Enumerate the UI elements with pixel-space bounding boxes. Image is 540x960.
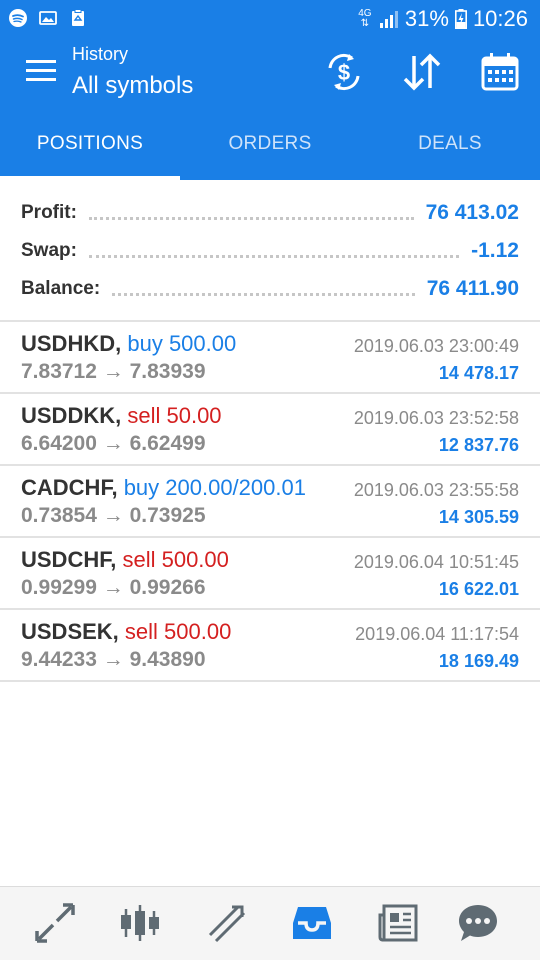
spotify-icon <box>9 9 27 27</box>
deal-direction: sell 500.00 <box>122 547 229 572</box>
bottom-navigation <box>0 886 540 960</box>
news-icon <box>378 904 418 942</box>
close-price: 9.43890 <box>129 648 206 671</box>
open-price: 9.44233 <box>21 648 97 671</box>
close-price: 0.73925 <box>129 504 206 527</box>
arrow-right-icon: → <box>102 576 124 599</box>
deal-profit: 14 478.17 <box>438 363 519 383</box>
tab-positions[interactable]: POSITIONS <box>0 110 180 180</box>
balance-row: Balance: 76 411.90 <box>21 270 519 308</box>
image-icon <box>39 11 57 25</box>
nav-news[interactable] <box>376 901 420 945</box>
open-price: 6.64200 <box>21 432 97 455</box>
chart-candles-icon <box>121 905 159 941</box>
dotted-leader <box>112 292 415 296</box>
recycle-clipboard-icon <box>72 9 84 26</box>
notification-icons <box>8 8 88 28</box>
battery-charging-icon <box>454 9 467 29</box>
profit-value: 76 413.02 <box>425 201 519 224</box>
close-price: 6.62499 <box>129 432 206 455</box>
deal-profit: 14 305.59 <box>438 507 519 527</box>
svg-text:$: $ <box>338 60 350 85</box>
currency-exchange-button[interactable]: $ <box>322 50 366 94</box>
balance-label: Balance: <box>21 278 101 299</box>
chat-icon <box>459 905 497 941</box>
nav-history[interactable] <box>290 901 334 945</box>
deal-row[interactable]: USDDKK, sell 50.00 6.64200 → 6.62499 201… <box>0 394 540 466</box>
calendar-button[interactable] <box>478 50 522 94</box>
arrow-right-icon: → <box>102 360 124 383</box>
arrow-right-icon: → <box>102 432 124 455</box>
close-price: 7.83939 <box>129 360 206 383</box>
deal-time: 2019.06.04 10:51:45 <box>353 552 519 572</box>
symbol-filter-title[interactable]: All symbols <box>72 72 193 100</box>
menu-icon <box>26 60 56 63</box>
deal-direction: buy 500.00 <box>127 331 237 356</box>
deal-row[interactable]: USDCHF, sell 500.00 0.99299 → 0.99266 20… <box>0 538 540 610</box>
open-price: 7.83712 <box>21 360 97 383</box>
app-bar: History All symbols $ <box>0 36 540 110</box>
deal-row[interactable]: USDHKD, buy 500.00 7.83712 → 7.83939 201… <box>0 322 540 394</box>
profit-label: Profit: <box>21 202 77 223</box>
quotes-icon <box>35 903 75 943</box>
tab-bar: POSITIONS ORDERS DEALS <box>0 110 540 180</box>
deal-time: 2019.06.04 11:17:54 <box>355 624 519 644</box>
swap-label: Swap: <box>21 240 77 261</box>
clock: 10:26 <box>472 6 528 31</box>
nav-trade[interactable] <box>204 901 248 945</box>
calendar-icon <box>481 53 519 91</box>
trade-icon <box>208 905 246 943</box>
nav-quotes[interactable] <box>33 901 77 945</box>
system-status: 4G ⇅ 31% 10:26 <box>357 6 528 32</box>
nav-chart[interactable] <box>118 901 162 945</box>
deal-profit: 18 169.49 <box>438 651 519 671</box>
open-price: 0.99299 <box>21 576 97 599</box>
swap-row: Swap: -1.12 <box>21 232 519 270</box>
history-inbox-icon <box>293 907 331 939</box>
currency-exchange-icon: $ <box>328 53 360 91</box>
arrow-right-icon: → <box>102 504 124 527</box>
deal-time: 2019.06.03 23:55:58 <box>353 480 519 500</box>
deal-profit: 16 622.01 <box>438 579 519 599</box>
sort-button[interactable] <box>400 50 444 94</box>
open-price: 0.73854 <box>21 504 97 527</box>
deal-symbol: USDDKK, <box>21 403 122 428</box>
tab-orders[interactable]: ORDERS <box>180 110 360 180</box>
tab-deals[interactable]: DEALS <box>360 110 540 180</box>
battery-percent: 31% <box>404 6 449 31</box>
deal-row[interactable]: USDSEK, sell 500.00 9.44233 → 9.43890 20… <box>0 610 540 682</box>
dotted-leader <box>88 254 460 258</box>
deal-symbol: USDCHF, <box>21 547 117 572</box>
deal-symbol: USDHKD, <box>21 331 122 356</box>
nav-chat[interactable] <box>456 901 500 945</box>
deal-direction: buy 200.00/200.01 <box>123 475 306 500</box>
deal-direction: sell 50.00 <box>127 403 222 428</box>
swap-value: -1.12 <box>471 239 519 262</box>
sort-icon <box>403 53 441 91</box>
deal-row[interactable]: CADCHF, buy 200.00/200.01 0.73854 → 0.73… <box>0 466 540 538</box>
status-bar: 4G ⇅ 31% 10:26 <box>0 0 540 36</box>
close-price: 0.99266 <box>129 576 206 599</box>
page-subtitle: History <box>72 44 129 64</box>
deal-time: 2019.06.03 23:52:58 <box>353 408 519 428</box>
dotted-leader <box>88 216 414 220</box>
menu-button[interactable] <box>26 58 56 84</box>
deal-symbol: CADCHF, <box>21 475 118 500</box>
arrow-right-icon: → <box>102 648 124 671</box>
deal-symbol: USDSEK, <box>21 619 119 644</box>
deal-direction: sell 500.00 <box>124 619 232 644</box>
deal-profit: 12 837.76 <box>438 435 519 455</box>
signal-icon <box>379 11 398 28</box>
deal-time: 2019.06.03 23:00:49 <box>353 336 519 356</box>
balance-value: 76 411.90 <box>426 277 519 300</box>
network-type-icon: 4G ⇅ <box>358 8 372 29</box>
profit-row: Profit: 76 413.02 <box>21 194 519 232</box>
account-summary: Profit: 76 413.02 Swap: -1.12 Balance: 7… <box>0 180 540 322</box>
